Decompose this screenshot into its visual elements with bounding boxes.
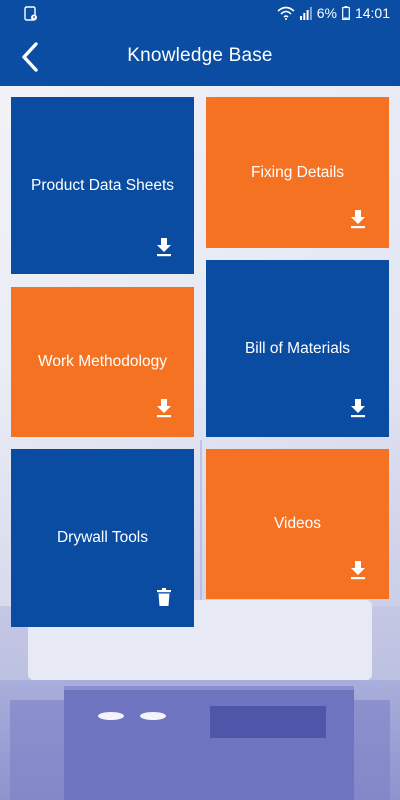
tile-label: Bill of Materials (244, 340, 351, 357)
background-cup (140, 712, 166, 720)
download-icon[interactable] (154, 237, 174, 257)
tile-label: Product Data Sheets (30, 177, 175, 194)
download-icon[interactable] (348, 560, 368, 580)
tile-label: Work Methodology (38, 353, 167, 370)
background-cup (98, 712, 124, 720)
tile-work-methodology[interactable]: Work Methodology (11, 287, 194, 437)
background-plant (200, 440, 202, 610)
tile-label: Fixing Details (250, 164, 345, 181)
tile-bill-of-materials[interactable]: Bill of Materials (206, 260, 389, 437)
battery-percent: 6% (316, 5, 337, 21)
status-bar: 6% 14:01 (0, 0, 400, 28)
wifi-icon (277, 6, 295, 20)
tile-fixing-details[interactable]: Fixing Details (206, 97, 389, 248)
download-icon[interactable] (348, 398, 368, 418)
page-title: Knowledge Base (127, 45, 273, 66)
tile-drywall-tools[interactable]: Drywall Tools (11, 449, 194, 627)
tile-label: Videos (273, 515, 322, 532)
sim-status-icon (24, 6, 37, 21)
download-icon[interactable] (154, 398, 174, 418)
signal-icon (299, 6, 312, 20)
battery-icon (342, 6, 350, 20)
app-bar: Knowledge Base (0, 28, 400, 86)
tile-label: Drywall Tools (56, 529, 149, 546)
clock: 14:01 (354, 5, 390, 21)
download-icon[interactable] (348, 209, 368, 229)
tile-product-data-sheets[interactable]: Product Data Sheets (11, 97, 194, 274)
background-tray (210, 706, 326, 738)
tile-videos[interactable]: Videos (206, 449, 389, 599)
trash-icon[interactable] (154, 587, 174, 607)
